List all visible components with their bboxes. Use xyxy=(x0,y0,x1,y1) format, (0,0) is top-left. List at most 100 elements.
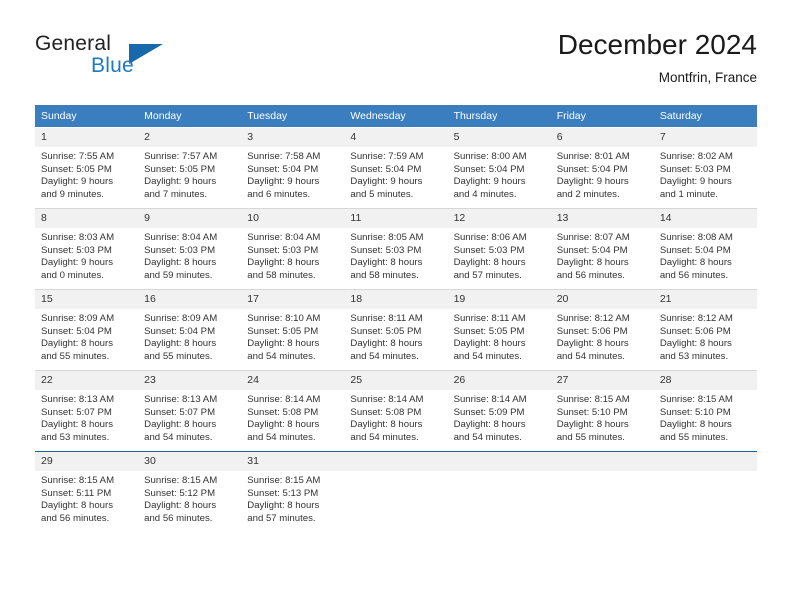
day-info: Sunrise: 8:01 AM Sunset: 5:04 PM Daylight:… xyxy=(551,147,654,201)
day-cell[interactable]: 20 Sunrise: 8:12 AM Sunset: 5:06 PM Dayligh… xyxy=(550,289,654,370)
day-number: 5 xyxy=(447,128,551,147)
general-blue-logo[interactable]: General Blue xyxy=(35,32,235,88)
day-cell[interactable]: 18 Sunrise: 8:11 AM Sunset: 5:05 PM Dayligh… xyxy=(344,289,448,370)
week-row: 8 Sunrise: 8:03 AM Sunset: 5:03 PM Daylight… xyxy=(35,208,757,289)
day-number: 27 xyxy=(550,371,654,390)
day-cell[interactable]: 7 Sunrise: 8:02 AM Sunset: 5:03 PM Daylight… xyxy=(653,127,757,208)
daylight-text-line2: and 54 minutes. xyxy=(350,350,419,362)
day-cell[interactable]: 29 Sunrise: 8:15 AM Sunset: 5:11 PM Dayligh… xyxy=(35,451,139,532)
day-info: Sunrise: 8:14 AM Sunset: 5:08 PM Daylight:… xyxy=(241,390,344,444)
sunrise-text: Sunrise: 8:03 AM xyxy=(41,232,115,243)
sunset-text: Sunset: 5:03 PM xyxy=(659,163,731,175)
daylight-text-line2: and 7 minutes. xyxy=(144,188,208,200)
day-number: 3 xyxy=(241,128,345,147)
daylight-text-line2: and 54 minutes. xyxy=(556,350,625,362)
sunrise-text: Sunrise: 8:14 AM xyxy=(453,394,527,405)
daylight-text-line1: Daylight: 8 hours xyxy=(350,257,423,269)
day-cell[interactable]: 25 Sunrise: 8:14 AM Sunset: 5:08 PM Dayligh… xyxy=(344,370,448,451)
day-info: Sunrise: 8:00 AM Sunset: 5:04 PM Daylight:… xyxy=(448,147,551,201)
sunset-text: Sunset: 5:05 PM xyxy=(350,325,422,337)
day-cell[interactable]: 6 Sunrise: 8:01 AM Sunset: 5:04 PM Daylight… xyxy=(550,127,654,208)
day-cell[interactable]: 12 Sunrise: 8:06 AM Sunset: 5:03 PM Dayligh… xyxy=(447,208,551,289)
day-cell[interactable]: 10 Sunrise: 8:04 AM Sunset: 5:03 PM Dayligh… xyxy=(241,208,345,289)
day-cell[interactable]: 15 Sunrise: 8:09 AM Sunset: 5:04 PM Dayligh… xyxy=(35,289,139,370)
day-cell[interactable]: 27 Sunrise: 8:15 AM Sunset: 5:10 PM Dayligh… xyxy=(550,370,654,451)
sunrise-text: Sunrise: 8:09 AM xyxy=(144,313,218,324)
daylight-text-line2: and 5 minutes. xyxy=(350,188,414,200)
day-cell[interactable]: 30 Sunrise: 8:15 AM Sunset: 5:12 PM Dayligh… xyxy=(138,451,242,532)
day-cell[interactable]: 1 Sunrise: 7:55 AM Sunset: 5:05 PM Daylight… xyxy=(35,127,139,208)
day-cell[interactable]: 22 Sunrise: 8:13 AM Sunset: 5:07 PM Dayligh… xyxy=(35,370,139,451)
daylight-text-line2: and 55 minutes. xyxy=(144,350,213,362)
day-cell[interactable]: 24 Sunrise: 8:14 AM Sunset: 5:08 PM Dayligh… xyxy=(241,370,345,451)
day-cell[interactable]: 23 Sunrise: 8:13 AM Sunset: 5:07 PM Dayligh… xyxy=(138,370,242,451)
daylight-text-line1: Daylight: 8 hours xyxy=(41,419,113,431)
sunset-text: Sunset: 5:11 PM xyxy=(41,487,112,499)
sunrise-text: Sunrise: 7:55 AM xyxy=(41,151,115,162)
day-cell[interactable]: 11 Sunrise: 8:05 AM Sunset: 5:03 PM Dayligh… xyxy=(344,208,448,289)
daylight-text-line2: and 0 minutes. xyxy=(41,269,104,281)
weekday-header-thursday: Thursday xyxy=(447,105,551,127)
daylight-text-line2: and 57 minutes. xyxy=(247,512,316,524)
day-cell[interactable]: 9 Sunrise: 8:04 AM Sunset: 5:03 PM Daylight… xyxy=(138,208,242,289)
day-cell[interactable]: 2 Sunrise: 7:57 AM Sunset: 5:05 PM Daylight… xyxy=(138,127,242,208)
day-number: 30 xyxy=(138,452,242,471)
sunrise-text: Sunrise: 8:08 AM xyxy=(659,232,733,243)
day-cell[interactable]: 13 Sunrise: 8:07 AM Sunset: 5:04 PM Dayligh… xyxy=(550,208,654,289)
day-number: 23 xyxy=(138,371,242,390)
day-cell[interactable]: 31 Sunrise: 8:15 AM Sunset: 5:13 PM Dayligh… xyxy=(241,451,345,532)
logo-text-blue: Blue xyxy=(91,54,134,77)
sunrise-text: Sunrise: 8:15 AM xyxy=(41,475,115,486)
daylight-text-line1: Daylight: 8 hours xyxy=(659,419,732,431)
daylight-text-line1: Daylight: 8 hours xyxy=(41,338,113,350)
day-cell[interactable]: 28 Sunrise: 8:15 AM Sunset: 5:10 PM Dayligh… xyxy=(653,370,757,451)
week-row: 1 Sunrise: 7:55 AM Sunset: 5:05 PM Daylight… xyxy=(35,127,757,208)
day-number: 7 xyxy=(653,128,757,147)
sunrise-text: Sunrise: 8:13 AM xyxy=(144,394,218,405)
day-info: Sunrise: 8:15 AM Sunset: 5:11 PM Daylight:… xyxy=(35,471,138,525)
daylight-text-line2: and 54 minutes. xyxy=(247,431,316,443)
daylight-text-line1: Daylight: 8 hours xyxy=(556,257,629,269)
day-cell[interactable]: 4 Sunrise: 7:59 AM Sunset: 5:04 PM Daylight… xyxy=(344,127,448,208)
day-cell[interactable]: 14 Sunrise: 8:08 AM Sunset: 5:04 PM Dayligh… xyxy=(653,208,757,289)
day-number: 6 xyxy=(550,128,654,147)
week-row: 22 Sunrise: 8:13 AM Sunset: 5:07 PM Dayligh… xyxy=(35,370,757,451)
weekday-header-saturday: Saturday xyxy=(653,105,757,127)
day-info: Sunrise: 8:11 AM Sunset: 5:05 PM Daylight:… xyxy=(448,309,551,363)
day-cell[interactable]: 8 Sunrise: 8:03 AM Sunset: 5:03 PM Daylight… xyxy=(35,208,139,289)
day-info xyxy=(551,471,654,475)
day-cell[interactable]: 21 Sunrise: 8:12 AM Sunset: 5:06 PM Dayligh… xyxy=(653,289,757,370)
day-info: Sunrise: 8:09 AM Sunset: 5:04 PM Daylight:… xyxy=(138,309,241,363)
day-cell[interactable]: 17 Sunrise: 8:10 AM Sunset: 5:05 PM Dayligh… xyxy=(241,289,345,370)
daylight-text-line2: and 54 minutes. xyxy=(350,431,419,443)
day-cell[interactable]: 16 Sunrise: 8:09 AM Sunset: 5:04 PM Dayligh… xyxy=(138,289,242,370)
weekday-header-monday: Monday xyxy=(138,105,242,127)
daylight-text-line1: Daylight: 9 hours xyxy=(453,176,526,188)
daylight-text-line2: and 54 minutes. xyxy=(247,350,316,362)
daylight-text-line2: and 54 minutes. xyxy=(453,431,522,443)
day-number: 19 xyxy=(447,290,551,309)
daylight-text-line1: Daylight: 8 hours xyxy=(41,500,113,512)
day-cell[interactable]: 3 Sunrise: 7:58 AM Sunset: 5:04 PM Daylight… xyxy=(241,127,345,208)
calendar-body: 1 Sunrise: 7:55 AM Sunset: 5:05 PM Daylight… xyxy=(35,127,757,532)
sunset-text: Sunset: 5:04 PM xyxy=(350,163,422,175)
daylight-text-line1: Daylight: 8 hours xyxy=(144,500,217,512)
sunrise-text: Sunrise: 8:14 AM xyxy=(247,394,321,405)
daylight-text-line2: and 53 minutes. xyxy=(41,431,110,443)
day-info xyxy=(448,471,551,475)
day-number: 25 xyxy=(344,371,448,390)
sunset-text: Sunset: 5:04 PM xyxy=(556,244,628,256)
daylight-text-line1: Daylight: 8 hours xyxy=(659,257,732,269)
sunrise-text: Sunrise: 8:15 AM xyxy=(247,475,321,486)
day-cell[interactable]: 26 Sunrise: 8:14 AM Sunset: 5:09 PM Dayligh… xyxy=(447,370,551,451)
daylight-text-line2: and 56 minutes. xyxy=(659,269,729,281)
daylight-text-line1: Daylight: 8 hours xyxy=(556,419,629,431)
day-info: Sunrise: 7:58 AM Sunset: 5:04 PM Daylight:… xyxy=(241,147,344,201)
weekday-header-tuesday: Tuesday xyxy=(241,105,345,127)
day-info xyxy=(344,471,447,475)
day-number xyxy=(344,452,448,471)
day-cell[interactable]: 19 Sunrise: 8:11 AM Sunset: 5:05 PM Dayligh… xyxy=(447,289,551,370)
day-cell[interactable]: 5 Sunrise: 8:00 AM Sunset: 5:04 PM Daylight… xyxy=(447,127,551,208)
daylight-text-line1: Daylight: 8 hours xyxy=(350,419,423,431)
sunrise-text: Sunrise: 8:06 AM xyxy=(453,232,527,243)
